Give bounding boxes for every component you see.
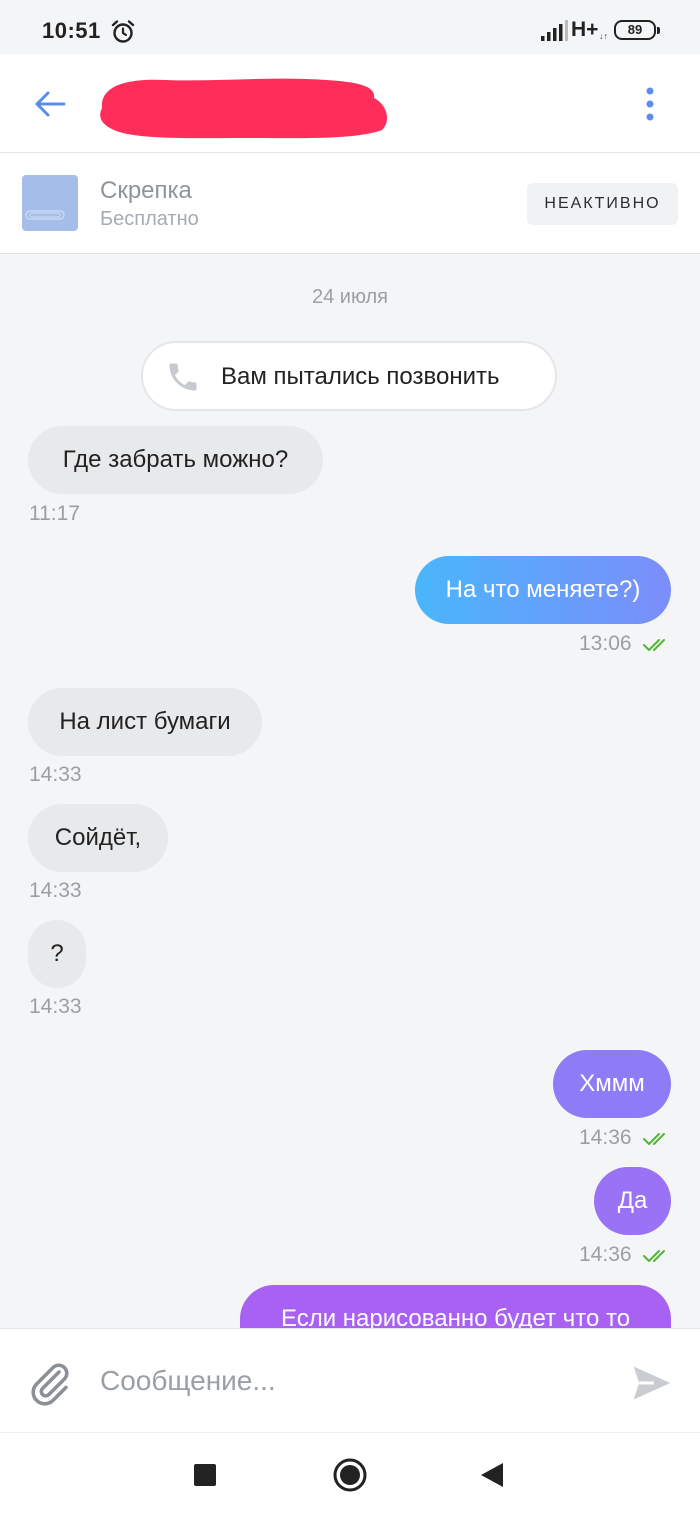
incoming-message[interactable]: Сойдёт, [28, 804, 168, 872]
message-text: Да [617, 1187, 648, 1214]
outgoing-message[interactable]: Хммм [553, 1050, 671, 1118]
paperclip-image [25, 210, 65, 220]
recents-button[interactable] [183, 1453, 227, 1497]
outgoing-message[interactable]: Если нарисованно будет что то [240, 1285, 671, 1328]
system-nav-bar [0, 1432, 700, 1516]
battery-indicator: 89 [614, 20, 660, 40]
listing-price: Бесплатно [100, 208, 199, 230]
message-text: Если нарисованно будет что то [280, 1305, 631, 1328]
phone-icon [169, 363, 197, 391]
more-options-button[interactable] [628, 76, 672, 132]
message-time: 11:17 [29, 502, 80, 525]
listing-bar[interactable]: Скрепка Бесплатно НЕАКТИВНО [0, 152, 700, 254]
signal-icon [541, 20, 568, 41]
date-separator: 24 июля [311, 286, 389, 308]
message-text: ? [50, 940, 64, 967]
message-text: Сойдёт, [54, 824, 142, 851]
back-nav-button[interactable] [470, 1453, 514, 1497]
outgoing-message[interactable]: На что меняете?) [415, 556, 671, 624]
triangle-back-icon [481, 1463, 503, 1487]
read-check-icon [643, 1250, 665, 1262]
message-text: На что меняете?) [445, 576, 641, 603]
message-time: 14:33 [29, 763, 82, 786]
read-check-icon [643, 1133, 665, 1145]
incoming-message[interactable]: Где забрать можно? [28, 426, 323, 494]
message-text: Хммм [579, 1070, 645, 1097]
call-notice-text: Вам пытались позвонить [221, 363, 500, 390]
message-time: 14:36 [579, 1243, 632, 1266]
listing-status-badge: НЕАКТИВНО [527, 183, 678, 225]
square-icon [194, 1464, 216, 1486]
arrow-left-icon [35, 91, 66, 117]
data-activity-icon: ↓↑ [599, 31, 608, 41]
back-button[interactable] [22, 76, 78, 132]
home-button[interactable] [328, 1453, 372, 1497]
message-time: 13:06 [579, 632, 632, 655]
status-bar: 10:51 H+ ↓↑ 89 [0, 0, 700, 54]
incoming-message[interactable]: ? [28, 920, 86, 988]
message-time: 14:33 [29, 995, 82, 1018]
outgoing-message[interactable]: Да [594, 1167, 671, 1235]
incoming-message[interactable]: На лист бумаги [28, 688, 262, 756]
message-text: Где забрать можно? [62, 446, 289, 473]
redacted-contact-name [100, 78, 388, 139]
message-time: 14:33 [29, 879, 82, 902]
alarm-icon [111, 20, 135, 43]
status-time: 10:51 [42, 18, 101, 43]
message-time: 14:36 [579, 1126, 632, 1149]
read-check-icon [643, 639, 665, 651]
paperclip-icon[interactable] [26, 1359, 74, 1407]
home-circle-icon [333, 1458, 367, 1492]
chat-header [0, 54, 700, 152]
listing-title: Скрепка [100, 177, 192, 204]
message-text: На лист бумаги [59, 708, 231, 735]
send-icon[interactable] [630, 1361, 674, 1405]
more-vertical-icon [646, 87, 654, 121]
message-list[interactable]: 24 июля Вам пытались позвонить Где забра… [0, 254, 700, 1328]
message-composer [0, 1328, 700, 1432]
network-type: H+ [571, 18, 599, 41]
listing-thumbnail [22, 175, 78, 231]
message-input[interactable] [100, 1355, 600, 1407]
missed-call-notice: Вам пытались позвонить [141, 341, 557, 411]
